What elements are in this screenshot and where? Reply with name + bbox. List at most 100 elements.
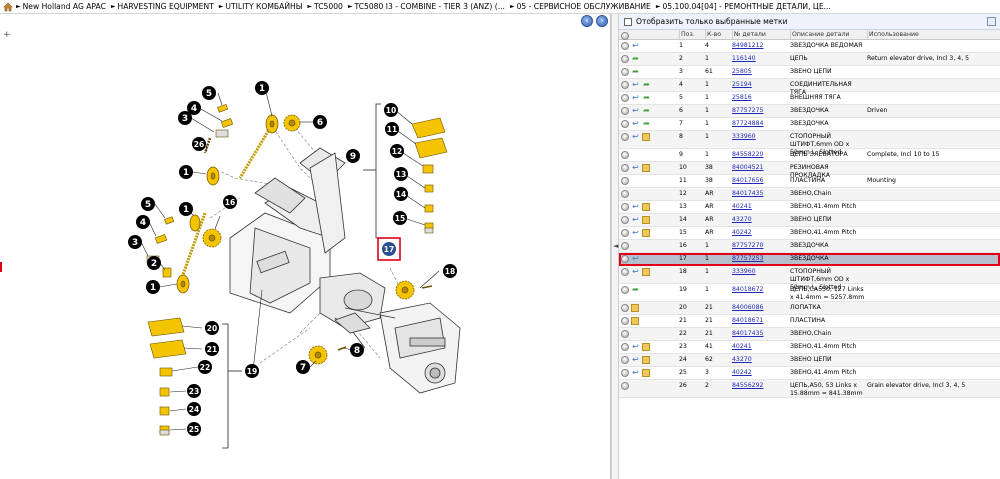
callout-11[interactable]: 11 — [385, 122, 399, 136]
table-row[interactable]: ↩ ➦ 4 1 25194 СОЕДИНИТЕЛЬНАЯ ТЯГА — [619, 79, 1000, 96]
header-part[interactable]: № детали — [732, 30, 790, 39]
return-arrow-icon[interactable]: ↩ — [631, 107, 640, 115]
table-row[interactable]: ➦ 2 1 116140 ЦЕПЬ Return elevator drive, Incl… — [619, 53, 1000, 66]
kit-box-icon[interactable] — [642, 203, 650, 211]
callout-label[interactable]: 23 — [189, 387, 199, 396]
detail-icon[interactable] — [621, 229, 629, 237]
callout-label[interactable]: 3 — [182, 114, 188, 124]
callout-19[interactable]: 19 — [245, 364, 259, 378]
header-pos[interactable]: Поз. — [679, 30, 705, 39]
callout-4[interactable]: 4 — [187, 101, 201, 115]
table-row[interactable]: ↩ 1 4 84981212 ЗВЕЗДОЧКА ВЕДОМАЯ — [619, 40, 1000, 53]
breadcrumb-label[interactable]: 05 - СЕРВИСНОЕ ОБСЛУЖИВАНИЕ — [517, 2, 651, 11]
kit-box-icon[interactable] — [631, 317, 639, 325]
callout-label[interactable]: 8 — [354, 346, 360, 356]
detail-icon[interactable] — [621, 286, 629, 294]
arrow-left-icon[interactable]: ‹ — [581, 15, 593, 27]
breadcrumb-item[interactable]: ► HARVESTING EQUIPMENT — [111, 2, 214, 11]
callout-label[interactable]: 3 — [132, 238, 138, 248]
part-number-link[interactable]: 84558220 — [732, 149, 790, 161]
return-arrow-icon[interactable]: ↩ — [631, 268, 640, 276]
part-number-link[interactable]: 40241 — [732, 341, 790, 353]
part-number-link[interactable]: 43270 — [732, 214, 790, 226]
kit-box-icon[interactable] — [642, 216, 650, 224]
kit-box-icon[interactable] — [631, 304, 639, 312]
callout-24[interactable]: 24 — [187, 402, 201, 416]
header-use[interactable]: Использование — [867, 30, 1000, 39]
header-desc[interactable]: Описание детали — [790, 30, 867, 39]
return-arrow-icon[interactable]: ↩ — [631, 203, 640, 211]
detail-icon[interactable] — [621, 68, 629, 76]
callout-16[interactable]: 16 — [223, 195, 237, 209]
breadcrumb-item[interactable]: ► 05.100.04[04] - РЕМОНТНЫЕ ДЕТАЛИ, ЦЕ... — [656, 2, 831, 11]
table-row[interactable]: 26 2 84556292 ЦЕПЬ,A50, 53 Links x 15.88mm … — [619, 380, 1000, 398]
callout-label[interactable]: 9 — [350, 152, 356, 162]
detail-icon[interactable] — [621, 107, 629, 115]
callout-label[interactable]: 5 — [206, 89, 212, 99]
pane-splitter[interactable]: ◄ — [611, 14, 619, 479]
detail-icon[interactable] — [621, 177, 629, 185]
green-arrow-icon[interactable]: ➦ — [631, 286, 640, 294]
table-row[interactable]: ↩ 24 62 43270 ЗВЕНО ЦЕПИ — [619, 354, 1000, 367]
detail-icon[interactable] — [621, 255, 629, 263]
callout-label[interactable]: 24 — [189, 405, 199, 414]
callout-10[interactable]: 10 — [384, 103, 398, 117]
collapse-left-icon[interactable]: ◄ — [613, 242, 618, 250]
detail-icon[interactable] — [621, 120, 629, 128]
detail-icon[interactable] — [621, 343, 629, 351]
return-arrow-icon[interactable]: ↩ — [631, 216, 640, 224]
green-arrow-icon[interactable]: ➦ — [631, 55, 640, 63]
return-arrow-icon[interactable]: ↩ — [631, 133, 640, 141]
detail-icon[interactable] — [621, 203, 629, 211]
callout-9[interactable]: 9 — [346, 149, 360, 163]
table-row[interactable]: ↩ ➦ 7 1 87724884 ЗВЕЗДОЧКА — [619, 118, 1000, 131]
callout-22[interactable]: 22 — [198, 360, 212, 374]
detail-icon[interactable] — [621, 94, 629, 102]
detail-icon[interactable] — [621, 382, 629, 390]
table-row[interactable]: 16 1 87757270 ЗВЕЗДОЧКА — [619, 240, 1000, 253]
callout-label[interactable]: 4 — [191, 104, 197, 114]
callout-3[interactable]: 3 — [128, 235, 142, 249]
callout-label[interactable]: 16 — [225, 198, 235, 207]
callout-7[interactable]: 7 — [296, 360, 310, 374]
return-arrow-icon[interactable]: ↩ — [631, 356, 640, 364]
return-arrow-icon[interactable]: ↩ — [631, 255, 640, 263]
table-row[interactable]: 20 21 84006086 ЛОПАТКА — [619, 302, 1000, 315]
callout-21[interactable]: 21 — [205, 342, 219, 356]
table-row[interactable]: 12 AR 84017435 ЗВЕНО,Chain — [619, 188, 1000, 201]
detail-icon[interactable] — [621, 330, 629, 338]
detail-icon[interactable] — [621, 133, 629, 141]
detail-icon[interactable] — [621, 81, 629, 89]
part-number-link[interactable]: 25194 — [732, 79, 790, 91]
part-number-link[interactable]: 333960 — [732, 266, 790, 283]
callout-14[interactable]: 14 — [394, 187, 408, 201]
table-row[interactable]: ➦ 19 1 84018672 ЦЕПЬ,CA550, 127 Links x 41.4… — [619, 284, 1000, 302]
callout-label[interactable]: 1 — [259, 84, 265, 94]
callout-label[interactable]: 11 — [387, 125, 397, 134]
part-number-link[interactable]: 87757275 — [732, 105, 790, 117]
table-row[interactable]: 11 38 84017656 ПЛАСТИНА Mounting — [619, 175, 1000, 188]
table-row[interactable]: 21 21 84018671 ПЛАСТИНА — [619, 315, 1000, 328]
green-arrow-icon[interactable]: ➦ — [631, 68, 640, 76]
return-arrow-icon[interactable]: ↩ — [631, 229, 640, 237]
breadcrumb-label[interactable]: 05.100.04[04] - РЕМОНТНЫЕ ДЕТАЛИ, ЦЕ... — [662, 2, 830, 11]
callout-1[interactable]: 1 — [179, 165, 193, 179]
green-arrow-icon[interactable]: ➦ — [642, 81, 651, 89]
callout-1[interactable]: 1 — [255, 81, 269, 95]
detail-icon[interactable] — [621, 242, 629, 250]
callout-26[interactable]: 26 — [192, 137, 206, 151]
table-row[interactable]: ↩ 18 1 333960 СТОПОРНЫЙ ШТИФТ,6mm OD x 50mm … — [619, 266, 1000, 291]
kit-box-icon[interactable] — [642, 343, 650, 351]
table-row[interactable]: ↩ 8 1 333960 СТОПОРНЫЙ ШТИФТ,6mm OD x 50mm L… — [619, 131, 1000, 156]
detail-icon[interactable] — [621, 356, 629, 364]
kit-box-icon[interactable] — [642, 133, 650, 141]
detail-icon[interactable] — [621, 55, 629, 63]
table-row[interactable]: ↩ 10 38 84004521 РЕЗИНОВАЯ ПРОКЛАДКА — [619, 162, 1000, 179]
callout-label[interactable]: 6 — [317, 118, 323, 128]
part-number-link[interactable]: 84018671 — [732, 315, 790, 327]
kit-box-icon[interactable] — [642, 268, 650, 276]
breadcrumb-label[interactable]: New Holland AG APAC — [23, 2, 106, 11]
callout-1[interactable]: 1 — [179, 202, 193, 216]
table-row[interactable]: ↩ 15 AR 40242 ЗВЕНО,41.4mm Pitch — [619, 227, 1000, 240]
detail-icon[interactable] — [621, 216, 629, 224]
